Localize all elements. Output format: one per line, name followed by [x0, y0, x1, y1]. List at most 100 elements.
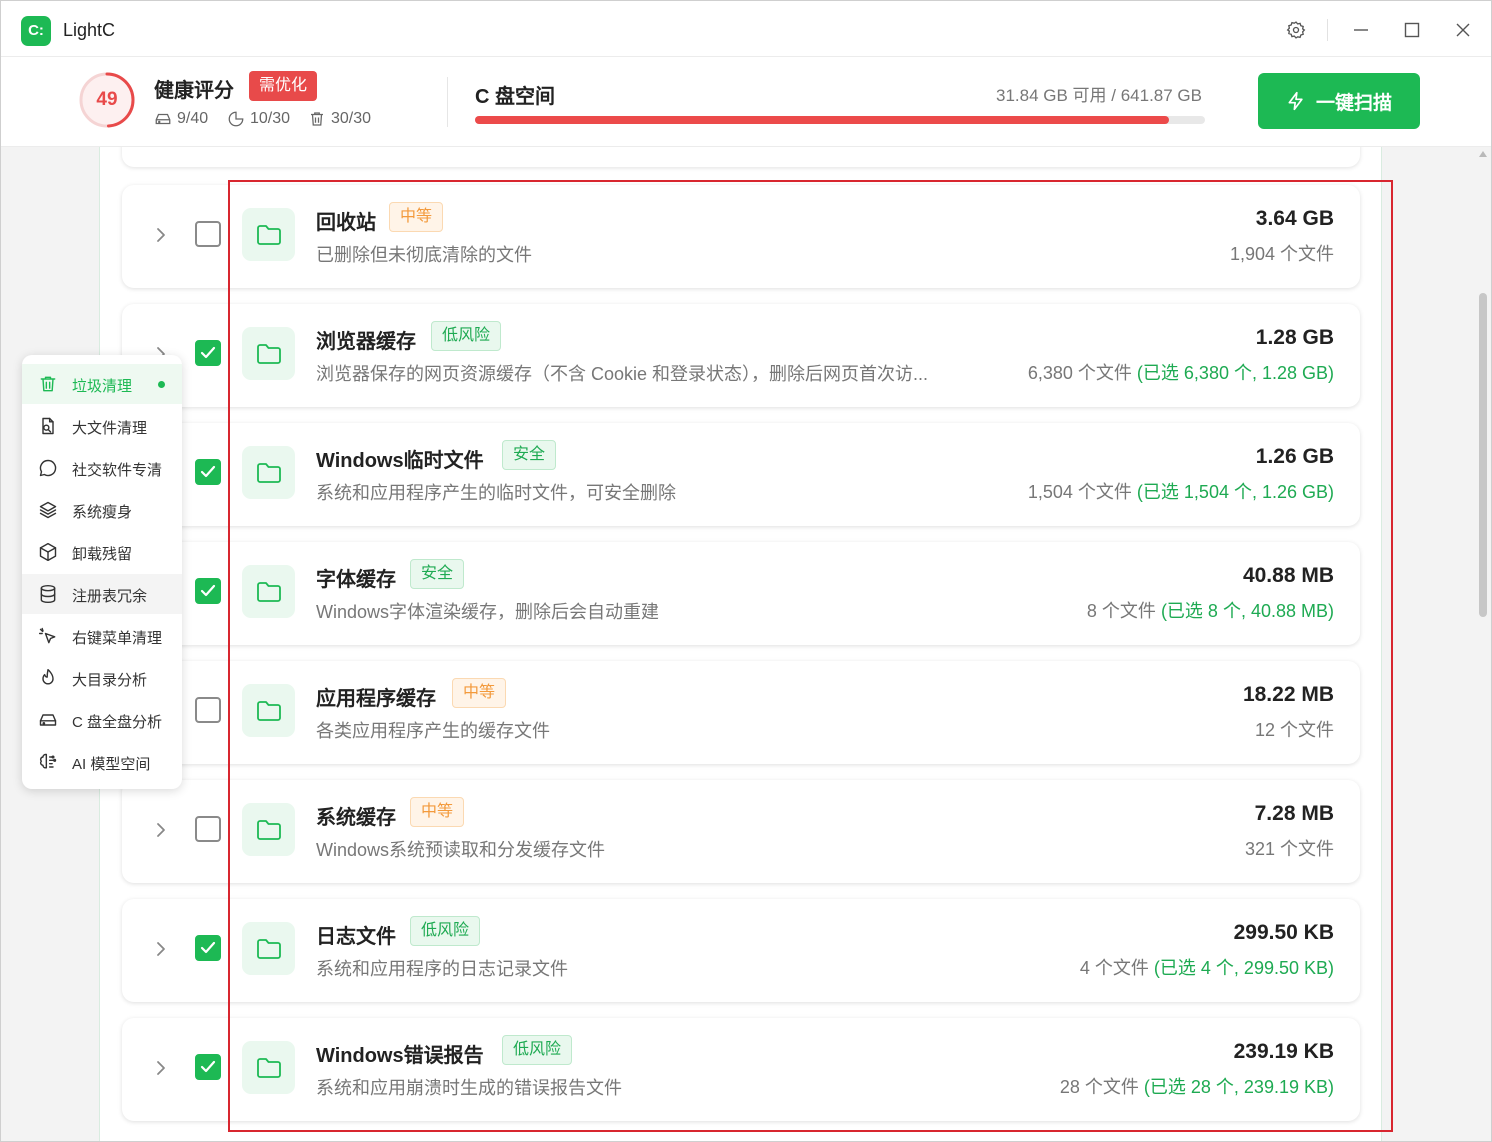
package-icon [39, 542, 57, 562]
menu-item-label: 垃圾清理 [72, 378, 133, 395]
disk-info: 31.84 GB 可用 / 641.87 GB [995, 86, 1202, 105]
item-file-count: 4 个文件 (已选 4 个, 299.50 KB) [1080, 954, 1334, 980]
menu-item[interactable]: 大文件清理 [22, 406, 182, 446]
item-size: 18.22 MB [1242, 683, 1334, 706]
list-item[interactable]: Windows错误报告 低风险 系统和应用崩溃时生成的错误报告文件 239.19… [122, 1018, 1360, 1121]
scan-button-label: 一键扫描 [1315, 92, 1392, 114]
expand-chevron-icon[interactable] [152, 937, 170, 961]
list-item[interactable]: 字体缓存 安全 Windows字体渲染缓存，删除后会自动重建 40.88 MB … [122, 542, 1360, 645]
scroll-up-arrow-icon[interactable] [1479, 151, 1487, 157]
item-checkbox[interactable] [195, 578, 221, 604]
item-file-count: 12 个文件 [1255, 716, 1334, 742]
close-button[interactable] [1447, 14, 1479, 46]
item-description: 各类应用程序产生的缓存文件 [316, 721, 550, 741]
list-item[interactable]: 回收站 中等 已删除但未彻底清除的文件 3.64 GB 1,904 个文件 [122, 185, 1360, 288]
gear-icon [1286, 21, 1306, 39]
clock-icon [228, 111, 244, 127]
risk-badge: 安全 [502, 440, 557, 470]
menu-item-label: 社交软件专清 [72, 462, 163, 479]
item-title: Windows临时文件 [316, 450, 484, 472]
checkmark-icon [200, 346, 216, 359]
item-checkbox[interactable] [195, 221, 221, 247]
scrollbar[interactable] [1475, 147, 1491, 1141]
menu-item-label: AI 模型空间 [72, 756, 151, 773]
stat-trash-value: 30/30 [331, 110, 372, 127]
folder-icon [242, 684, 295, 737]
item-title: 浏览器缓存 [316, 331, 416, 353]
risk-badge: 低风险 [502, 1035, 573, 1065]
item-checkbox[interactable] [195, 340, 221, 366]
settings-button[interactable] [1280, 14, 1312, 46]
item-checkbox[interactable] [195, 1054, 221, 1080]
folder-icon [242, 327, 295, 380]
item-file-count: 1,504 个文件 (已选 1,504 个, 1.26 GB) [1028, 478, 1334, 504]
menu-item-label: 注册表冗余 [72, 588, 148, 605]
scrollbar-thumb[interactable] [1479, 293, 1487, 617]
minimize-button[interactable] [1345, 14, 1377, 46]
menu-item[interactable]: 垃圾清理 [22, 364, 182, 404]
menu-item-label: C 盘全盘分析 [72, 714, 163, 731]
item-checkbox[interactable] [195, 459, 221, 485]
menu-item[interactable]: 卸载残留 [22, 532, 182, 572]
one-click-scan-button[interactable]: 一键扫描 [1258, 73, 1420, 129]
flame-icon [42, 668, 54, 685]
expand-chevron-icon[interactable] [152, 1056, 170, 1080]
list-item[interactable]: Windows临时文件 安全 系统和应用程序产生的临时文件，可安全删除 1.26… [122, 423, 1360, 526]
stat-trash: 30/30 [308, 110, 371, 128]
app-logo: C: [21, 16, 51, 46]
list-item[interactable]: 浏览器缓存 低风险 浏览器保存的网页资源缓存（不含 Cookie 和登录状态），… [122, 304, 1360, 407]
menu-item[interactable]: 注册表冗余 [22, 574, 182, 614]
menu-item[interactable]: 社交软件专清 [22, 448, 182, 488]
cursor-click-icon [38, 627, 56, 644]
item-checkbox[interactable] [195, 816, 221, 842]
file-count-text: 28 个文件 [1059, 1077, 1144, 1097]
item-title: 回收站 [316, 212, 376, 234]
risk-badge: 中等 [410, 797, 465, 827]
file-count-text: 1,504 个文件 [1027, 482, 1137, 502]
status-badge: 需优化 [249, 71, 318, 101]
item-size: 1.26 GB [1255, 445, 1334, 468]
item-size: 40.88 MB [1242, 564, 1334, 587]
disk-usage-fill [475, 116, 1169, 124]
item-file-count: 8 个文件 (已选 8 个, 40.88 MB) [1087, 597, 1334, 623]
item-title: 字体缓存 [316, 569, 396, 591]
list-item[interactable]: 系统缓存 中等 Windows系统预读取和分发缓存文件 7.28 MB 321 … [122, 780, 1360, 883]
menu-item[interactable]: AI 模型空间 [22, 742, 182, 782]
item-file-count: 1,904 个文件 [1230, 240, 1334, 266]
item-file-count: 321 个文件 [1245, 835, 1334, 861]
item-description: 已删除但未彻底清除的文件 [316, 245, 532, 265]
selected-summary: (已选 1,504 个, 1.26 GB) [1136, 482, 1334, 502]
checkmark-icon [200, 1060, 216, 1073]
risk-badge: 低风险 [431, 321, 502, 351]
menu-item[interactable]: C 盘全盘分析 [22, 700, 182, 740]
item-size: 239.19 KB [1233, 1040, 1334, 1063]
item-checkbox[interactable] [195, 935, 221, 961]
folder-icon [242, 565, 295, 618]
item-title: Windows错误报告 [316, 1045, 484, 1067]
list-item[interactable]: 日志文件 低风险 系统和应用程序的日志记录文件 299.50 KB 4 个文件 … [122, 899, 1360, 1002]
selected-summary: (已选 28 个, 239.19 KB) [1143, 1077, 1334, 1097]
maximize-button[interactable] [1396, 14, 1428, 46]
stat-clock-value: 10/30 [250, 110, 291, 127]
item-description: 系统和应用程序的日志记录文件 [316, 959, 568, 979]
expand-chevron-icon[interactable] [152, 223, 170, 247]
selected-summary: (已选 4 个, 299.50 KB) [1153, 958, 1334, 978]
menu-item[interactable]: 系统瘦身 [22, 490, 182, 530]
item-description: 系统和应用崩溃时生成的错误报告文件 [316, 1078, 622, 1098]
active-indicator-dot [158, 381, 165, 388]
file-search-icon [42, 417, 54, 435]
expand-chevron-icon[interactable] [152, 818, 170, 842]
item-description: 浏览器保存的网页资源缓存（不含 Cookie 和登录状态），删除后网页首次访..… [316, 364, 929, 384]
item-checkbox[interactable] [195, 697, 221, 723]
menu-item[interactable]: 右键菜单清理 [22, 616, 182, 656]
maximize-icon [1404, 22, 1420, 38]
status-header: 49 健康评分 需优化 9/40 10/30 30/30 C 盘空间 31.84… [1, 57, 1491, 147]
feature-menu: 垃圾清理大文件清理社交软件专清系统瘦身 卸载残留注册表冗余右键菜单清理 大目录分析 C… [22, 355, 182, 789]
disk-usage-bar [475, 116, 1205, 124]
health-score-value: 49 [96, 89, 118, 110]
titlebar-divider [1327, 19, 1328, 41]
list-item[interactable]: 应用程序缓存 中等 各类应用程序产生的缓存文件 18.22 MB 12 个文件 [122, 661, 1360, 764]
menu-item[interactable]: 大目录分析 [22, 658, 182, 698]
chat-bubble-icon [39, 459, 57, 477]
trash-icon [311, 112, 323, 126]
